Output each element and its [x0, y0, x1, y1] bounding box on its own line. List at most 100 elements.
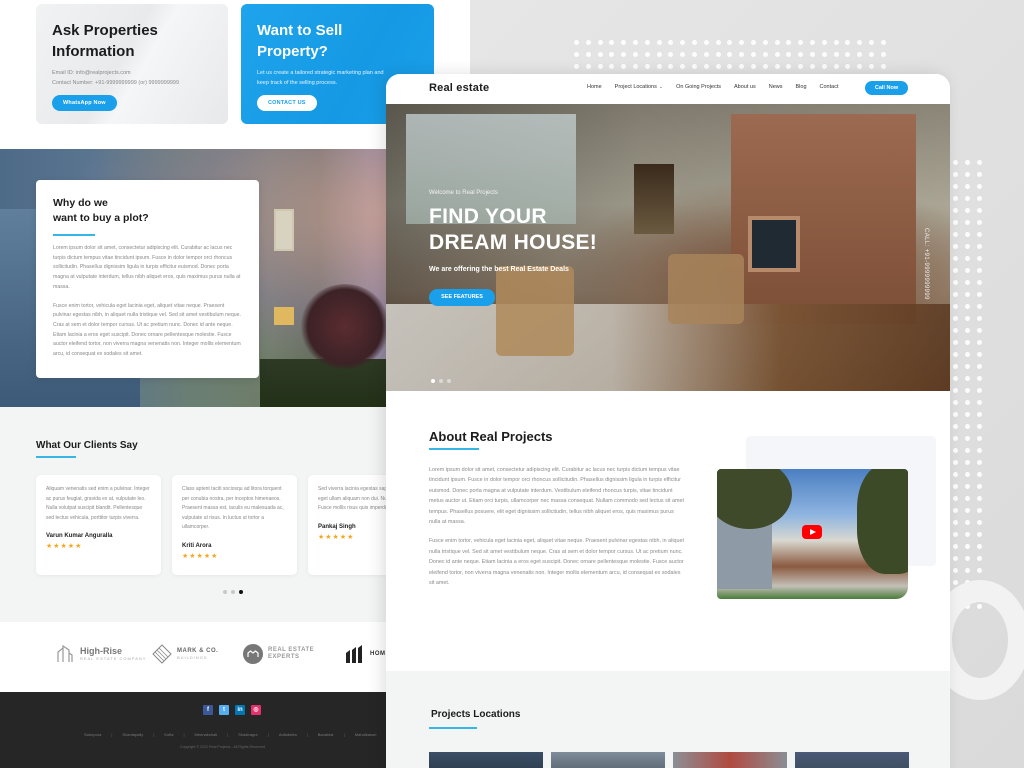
decorative-dot	[965, 568, 970, 573]
footer-link[interactable]: Shantapally	[122, 732, 143, 737]
decorative-dot	[597, 40, 603, 45]
nav-item-project-locations[interactable]: Project Locations ⌄	[615, 84, 663, 90]
decorative-dot	[880, 64, 886, 69]
decorative-dot	[953, 340, 958, 345]
nav-item-blog[interactable]: Blog	[796, 84, 807, 90]
decorative-dot	[965, 388, 970, 393]
decorative-dot	[953, 280, 958, 285]
decorative-dot	[977, 556, 982, 561]
footer-link[interactable]: Kofla	[164, 732, 173, 737]
carousel-dot[interactable]	[223, 590, 227, 594]
decorative-dot	[977, 160, 982, 165]
decorative-dot	[953, 508, 958, 513]
decorative-dot	[965, 460, 970, 465]
decorative-dot	[656, 52, 662, 57]
decorative-dot	[632, 64, 638, 69]
decorative-dot	[965, 280, 970, 285]
nav-item-home[interactable]: Home	[587, 84, 602, 90]
location-thumbnail[interactable]	[551, 752, 665, 768]
carousel-dot[interactable]	[231, 590, 235, 594]
slider-dot-active[interactable]	[431, 379, 435, 383]
instagram-icon[interactable]: ◎	[251, 705, 261, 715]
decorative-dot	[977, 184, 982, 189]
decorative-dot	[715, 64, 721, 69]
decorative-dot	[965, 424, 970, 429]
location-thumbnail[interactable]	[673, 752, 787, 768]
about-paragraph: Lorem ipsum dolor sit amet, consectetur …	[429, 467, 684, 526]
decorative-dot	[786, 40, 792, 45]
footer-link[interactable]: Banahiar	[318, 732, 334, 737]
sell-card-title: Want to Sell Property?	[257, 22, 343, 60]
decorative-dot	[727, 40, 733, 45]
nav-item-news[interactable]: News	[769, 84, 783, 90]
decorative-dot	[977, 316, 982, 321]
decorative-dot	[965, 196, 970, 201]
decorative-dot	[965, 556, 970, 561]
decorative-dot	[680, 52, 686, 57]
decorative-dot	[632, 52, 638, 57]
projects-locations-section: Projects Locations	[386, 671, 950, 768]
decorative-dot	[845, 64, 851, 69]
nav-item-about-us[interactable]: About us	[734, 84, 756, 90]
footer-links: Sahupura | Shantapally | Kofla | Meenakshat…	[84, 732, 377, 737]
decorative-dot	[977, 532, 982, 537]
nav-menu: Home Project Locations ⌄ On Going Project…	[587, 84, 838, 90]
decorative-dot	[953, 292, 958, 297]
decorative-dot	[965, 508, 970, 513]
slider-dot[interactable]	[447, 379, 451, 383]
decorative-dot	[965, 256, 970, 261]
diamond-lines-icon	[152, 644, 172, 664]
twitter-icon[interactable]: t	[219, 705, 229, 715]
title-underline	[36, 456, 76, 458]
decorative-dot	[953, 460, 958, 465]
decorative-dot	[880, 40, 886, 45]
footer-link[interactable]: Shastragur	[238, 732, 258, 737]
location-thumbnail[interactable]	[429, 752, 543, 768]
linkedin-icon[interactable]: in	[235, 705, 245, 715]
carousel-dot-active[interactable]	[239, 590, 243, 594]
whatsapp-now-button[interactable]: WhatsApp Now	[52, 95, 117, 111]
decorative-dot	[977, 520, 982, 525]
slider-dot[interactable]	[439, 379, 443, 383]
decorative-dot	[977, 400, 982, 405]
about-section: About Real Projects Lorem ipsum dolor si…	[386, 391, 950, 671]
facebook-icon[interactable]: f	[203, 705, 213, 715]
nav-item-contact[interactable]: Contact	[820, 84, 839, 90]
decorative-dot	[977, 220, 982, 225]
footer-link[interactable]: Meenakshati	[195, 732, 218, 737]
clients-section-title: What Our Clients Say	[36, 440, 138, 451]
brand-logo[interactable]: Real estate	[429, 82, 489, 94]
decorative-dot	[656, 40, 662, 45]
play-icon[interactable]	[802, 525, 822, 539]
nav-item-ongoing-projects[interactable]: On Going Projects	[676, 84, 721, 90]
hero-subtitle: We are offering the best Real Estate Dea…	[429, 266, 569, 273]
decorative-dot	[691, 52, 697, 57]
decorative-dot	[953, 208, 958, 213]
decorative-dot	[953, 328, 958, 333]
about-title: About Real Projects	[429, 429, 553, 444]
social-links: f t in ◎	[203, 705, 261, 715]
hero-banner: Welcome to Real Projects FIND YOUR DREAM…	[386, 104, 950, 391]
decorative-dot	[977, 364, 982, 369]
location-thumbnail[interactable]	[795, 752, 909, 768]
vertical-call-number[interactable]: CALL: +91-9999999999	[923, 228, 929, 300]
building-icon	[57, 644, 73, 662]
decorative-dot	[715, 52, 721, 57]
footer-link[interactable]: Sahupura	[84, 732, 101, 737]
decorative-dot	[953, 436, 958, 441]
decorative-dot	[621, 40, 627, 45]
footer-link[interactable]: Adilabetta	[279, 732, 297, 737]
decorative-dot	[977, 244, 982, 249]
decorative-dot	[750, 64, 756, 69]
decorative-dot	[953, 580, 958, 585]
decorative-dot	[953, 472, 958, 477]
call-now-button[interactable]: Call Now	[865, 81, 908, 95]
decorative-dot	[977, 412, 982, 417]
footer-link[interactable]: Mahalkasuri	[355, 732, 377, 737]
decorative-dot	[977, 232, 982, 237]
contact-us-button[interactable]: CONTACT US	[257, 95, 317, 111]
decorative-dot	[609, 40, 615, 45]
about-video-thumbnail[interactable]	[717, 469, 908, 599]
decorative-dot	[691, 40, 697, 45]
see-features-button[interactable]: SEE FEATURES	[429, 289, 495, 306]
